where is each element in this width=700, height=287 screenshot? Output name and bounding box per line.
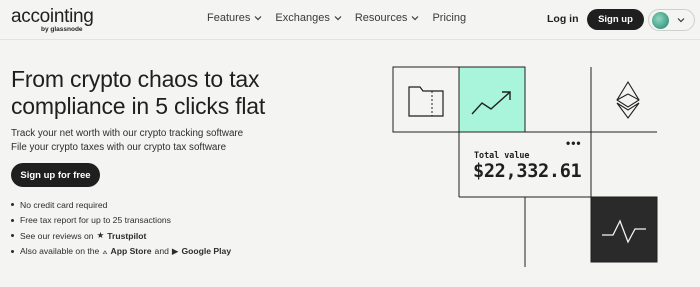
nav-item-label: Resources [354,12,408,24]
ethereum-icon [616,80,640,119]
nav-item-pricing[interactable]: Pricing [432,12,466,24]
accointing-logo[interactable]: accointing by glassnode [11,6,94,34]
folder-tile [392,66,460,133]
feature-bullets: No credit card required Free tax report … [11,197,234,259]
nav-item-label: Pricing [432,12,467,24]
bullet-trustpilot: See our reviews on ★ Trustpilot [11,228,234,244]
login-link[interactable]: Log in [547,13,579,25]
bullet-dot [11,249,14,253]
hero-subtitle-tracking: Track your net worth with our crypto tra… [11,128,244,139]
nav-item-label: Exchanges [275,12,330,24]
pulse-tile [590,196,658,263]
bullet-free-report: Free tax report for up to 25 transaction… [11,213,234,229]
chevron-down-icon [254,16,262,21]
logo-wordmark: accointing [11,6,94,27]
bullet-dot [11,218,14,222]
bullet-conjunction: and [154,246,169,257]
total-value-amount: $22,332.61 [473,161,582,182]
google-play-icon: ▶ [171,245,179,256]
trustpilot-link[interactable]: Trustpilot [107,231,146,241]
more-dots-icon[interactable]: ••• [566,136,582,150]
bullet-app-availability: Also available on the ⟑ App Store and ▶ … [11,244,234,260]
hero-subtitle-taxes: File your crypto taxes with our crypto t… [11,142,227,153]
language-selector[interactable] [648,9,695,31]
bullet-text: Free tax report for up to 25 transaction… [20,215,171,226]
app-store-link[interactable]: App Store [110,246,151,256]
main-nav: Features Exchanges Resources Pricing [207,12,479,24]
chevron-down-icon [677,18,685,23]
signup-button[interactable]: Sign up [587,9,644,30]
bullet-no-credit-card: No credit card required [11,197,234,213]
nav-item-resources[interactable]: Resources [355,12,420,24]
chevron-down-icon [334,16,342,21]
nav-item-features[interactable]: Features [207,12,262,24]
nav-item-exchanges[interactable]: Exchanges [275,12,342,24]
trend-tile [458,66,526,133]
globe-icon [652,11,669,29]
bullet-text: See our reviews on [20,230,94,241]
bullet-dot [11,203,14,207]
star-icon: ★ [96,230,105,241]
top-navigation: accointing by glassnode Features Exchang… [0,0,700,40]
google-play-link[interactable]: Google Play [181,246,231,256]
chevron-down-icon [412,16,419,21]
logo-byline: by glassnode [41,26,83,33]
app-store-icon: ⟑ [102,245,108,256]
signup-free-button[interactable]: Sign up for free [11,163,100,187]
nav-item-label: Features [207,12,251,24]
hero-title: From crypto chaos to tax compliance in 5… [11,66,266,119]
total-value-label: Total value [474,150,530,160]
bullet-text: No credit card required [20,199,108,210]
bullet-dot [11,234,14,238]
bullet-text: Also available on the [20,246,100,257]
